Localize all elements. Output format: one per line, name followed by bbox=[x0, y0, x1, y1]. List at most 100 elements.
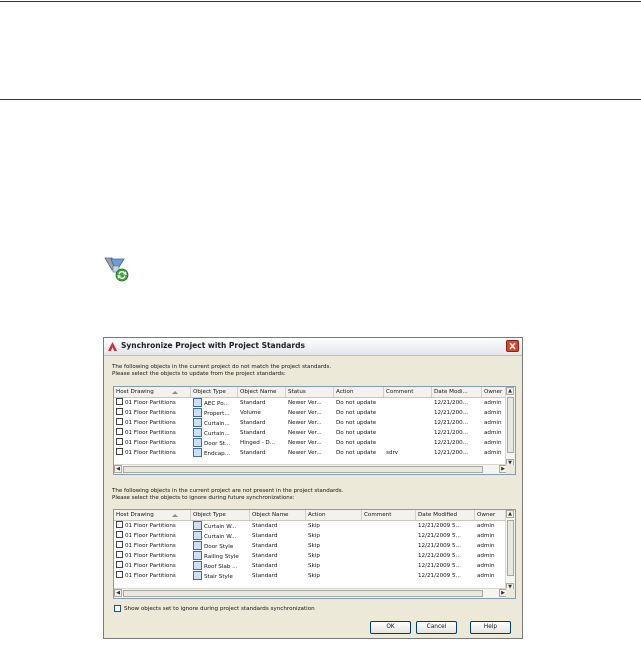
cell-text: Do not update bbox=[336, 430, 377, 436]
table-cell: 12/21/2009 5... bbox=[416, 531, 475, 541]
drawing-file-icon bbox=[116, 521, 123, 528]
column-header-status[interactable]: Status bbox=[286, 387, 334, 397]
cell-text: 12/21/200... bbox=[434, 410, 469, 416]
table-row[interactable]: 01 Floor Partitions Curtain... Standard New… bbox=[114, 418, 515, 428]
column-header-action[interactable]: Action bbox=[306, 510, 362, 520]
scroll-thumb[interactable] bbox=[123, 590, 483, 597]
table-row[interactable]: 01 Floor Partitions Stair Style Standard Sk… bbox=[114, 571, 515, 581]
column-header-object-name[interactable]: Object Name bbox=[238, 387, 286, 397]
table-row[interactable]: 01 Floor Partitions Door Style Standard Ski… bbox=[114, 541, 515, 551]
table-row[interactable]: 01 Floor Partitions Curtain W... Standard S… bbox=[114, 531, 515, 541]
cell-text: Newer Ver... bbox=[288, 430, 322, 436]
cell-text: 12/21/2009 5... bbox=[418, 543, 461, 549]
drawing-file-icon bbox=[116, 438, 123, 445]
cell-text: Standard bbox=[252, 563, 278, 569]
cell-text: Skip bbox=[308, 563, 320, 569]
table-cell: 01 Floor Partitions bbox=[114, 418, 191, 428]
column-header-comment[interactable]: Comment bbox=[384, 387, 432, 397]
table-cell: 12/21/2009 5... bbox=[416, 571, 475, 581]
object-style-icon bbox=[193, 448, 202, 457]
cell-text: Do not update bbox=[336, 440, 377, 446]
column-header-comment[interactable]: Comment bbox=[362, 510, 416, 520]
synchronize-standards-icon bbox=[104, 257, 129, 282]
drawing-file-icon bbox=[116, 531, 123, 538]
cell-text: 01 Floor Partitions bbox=[125, 440, 176, 446]
show-ignored-checkbox[interactable] bbox=[114, 605, 121, 612]
cell-text: Newer Ver... bbox=[288, 400, 322, 406]
table-cell: Endcap... bbox=[191, 448, 238, 458]
horizontal-scrollbar[interactable]: ◀ ▶ bbox=[114, 464, 507, 474]
horizontal-scrollbar[interactable]: ◀ ▶ bbox=[114, 588, 507, 598]
cell-text: admin bbox=[477, 533, 495, 539]
scroll-corner bbox=[506, 589, 515, 598]
column-header-object-type[interactable]: Object Type bbox=[191, 387, 238, 397]
table-cell bbox=[362, 561, 416, 571]
column-header-host-drawing[interactable]: Host Drawing bbox=[114, 387, 191, 397]
cell-text: Curtain... bbox=[204, 431, 230, 437]
table-row[interactable]: 01 Floor Partitions Door St... Hinged - D.… bbox=[114, 438, 515, 448]
section1-intro: The following objects in the current pro… bbox=[112, 364, 331, 378]
table-row[interactable]: 01 Floor Partitions Endcap... Standard Newe… bbox=[114, 448, 515, 458]
table-cell: Standard bbox=[250, 521, 306, 531]
scroll-thumb[interactable] bbox=[507, 520, 514, 576]
cancel-button[interactable]: Cancel bbox=[416, 621, 457, 634]
cell-text: Newer Ver... bbox=[288, 410, 322, 416]
drawing-file-icon bbox=[116, 561, 123, 568]
column-header-host-drawing[interactable]: Host Drawing bbox=[114, 510, 191, 520]
table-cell bbox=[362, 541, 416, 551]
cell-text: 12/21/2009 5... bbox=[418, 573, 461, 579]
drawing-file-icon bbox=[116, 541, 123, 548]
column-header-object-name[interactable]: Object Name bbox=[250, 510, 306, 520]
table-cell: Skip bbox=[306, 521, 362, 531]
cell-text: 12/21/2009 5... bbox=[418, 563, 461, 569]
column-header-date-modified[interactable]: Date Modi... bbox=[432, 387, 482, 397]
section1-intro-line: Please select the objects to update from… bbox=[112, 371, 286, 377]
table-cell bbox=[362, 571, 416, 581]
section1-intro-line: The following objects in the current pro… bbox=[112, 364, 332, 370]
table-row[interactable]: 01 Floor Partitions Curtain... Standard New… bbox=[114, 428, 515, 438]
close-button[interactable] bbox=[506, 340, 519, 352]
column-header-action[interactable]: Action bbox=[334, 387, 384, 397]
column-header-date-modified[interactable]: Date Modified bbox=[416, 510, 475, 520]
table-cell: Curtain W... bbox=[191, 531, 250, 541]
cell-text: Standard bbox=[240, 420, 266, 426]
table-cell bbox=[384, 408, 432, 418]
table-cell: 01 Floor Partitions bbox=[114, 531, 191, 541]
scroll-thumb[interactable] bbox=[123, 466, 483, 473]
table-row[interactable]: 01 Floor Partitions Railing Style Standard… bbox=[114, 551, 515, 561]
dialog-titlebar[interactable]: Synchronize Project with Project Standar… bbox=[104, 338, 522, 356]
table-cell: Standard bbox=[250, 551, 306, 561]
table-row[interactable]: 01 Floor Partitions AEC Po... Standard Newe… bbox=[114, 398, 515, 408]
table-cell: 12/21/200... bbox=[432, 418, 482, 428]
cell-text: Roof Slab ... bbox=[204, 564, 238, 570]
table-cell: 12/21/2009 5... bbox=[416, 521, 475, 531]
vertical-scrollbar[interactable]: ▲ ▼ bbox=[505, 510, 515, 591]
table-cell: Do not update bbox=[334, 438, 384, 448]
top-divider bbox=[0, 1, 641, 2]
table-cell: Skip bbox=[306, 571, 362, 581]
scroll-up-button[interactable]: ▲ bbox=[506, 510, 514, 518]
help-button[interactable]: Help bbox=[470, 621, 511, 634]
vertical-scrollbar[interactable]: ▲ ▼ bbox=[505, 387, 515, 467]
scroll-up-button[interactable]: ▲ bbox=[506, 387, 514, 395]
column-header-object-type[interactable]: Object Type bbox=[191, 510, 250, 520]
cell-text: 12/21/200... bbox=[434, 430, 469, 436]
ok-button[interactable]: OK bbox=[370, 621, 411, 634]
table-cell: Railing Style bbox=[191, 551, 250, 561]
table-row[interactable]: 01 Floor Partitions Curtain W... Standard S… bbox=[114, 521, 515, 531]
cell-text: 01 Floor Partitions bbox=[125, 410, 176, 416]
cell-text: Do not update bbox=[336, 410, 377, 416]
drawing-file-icon bbox=[116, 408, 123, 415]
scroll-thumb[interactable] bbox=[507, 397, 514, 453]
scroll-left-button[interactable]: ◀ bbox=[114, 589, 122, 597]
cell-text: 01 Floor Partitions bbox=[125, 543, 176, 549]
table-cell: 12/21/200... bbox=[432, 398, 482, 408]
table-cell: 01 Floor Partitions bbox=[114, 398, 191, 408]
scroll-left-button[interactable]: ◀ bbox=[114, 465, 122, 473]
table-row[interactable]: 01 Floor Partitions Propert... Volume Newer… bbox=[114, 408, 515, 418]
table-cell: 12/21/200... bbox=[432, 448, 482, 458]
table-row[interactable]: 01 Floor Partitions Roof Slab ... Standard… bbox=[114, 561, 515, 571]
table-cell: 12/21/200... bbox=[432, 428, 482, 438]
table-cell: Standard bbox=[238, 398, 286, 408]
object-style-icon bbox=[193, 541, 202, 550]
